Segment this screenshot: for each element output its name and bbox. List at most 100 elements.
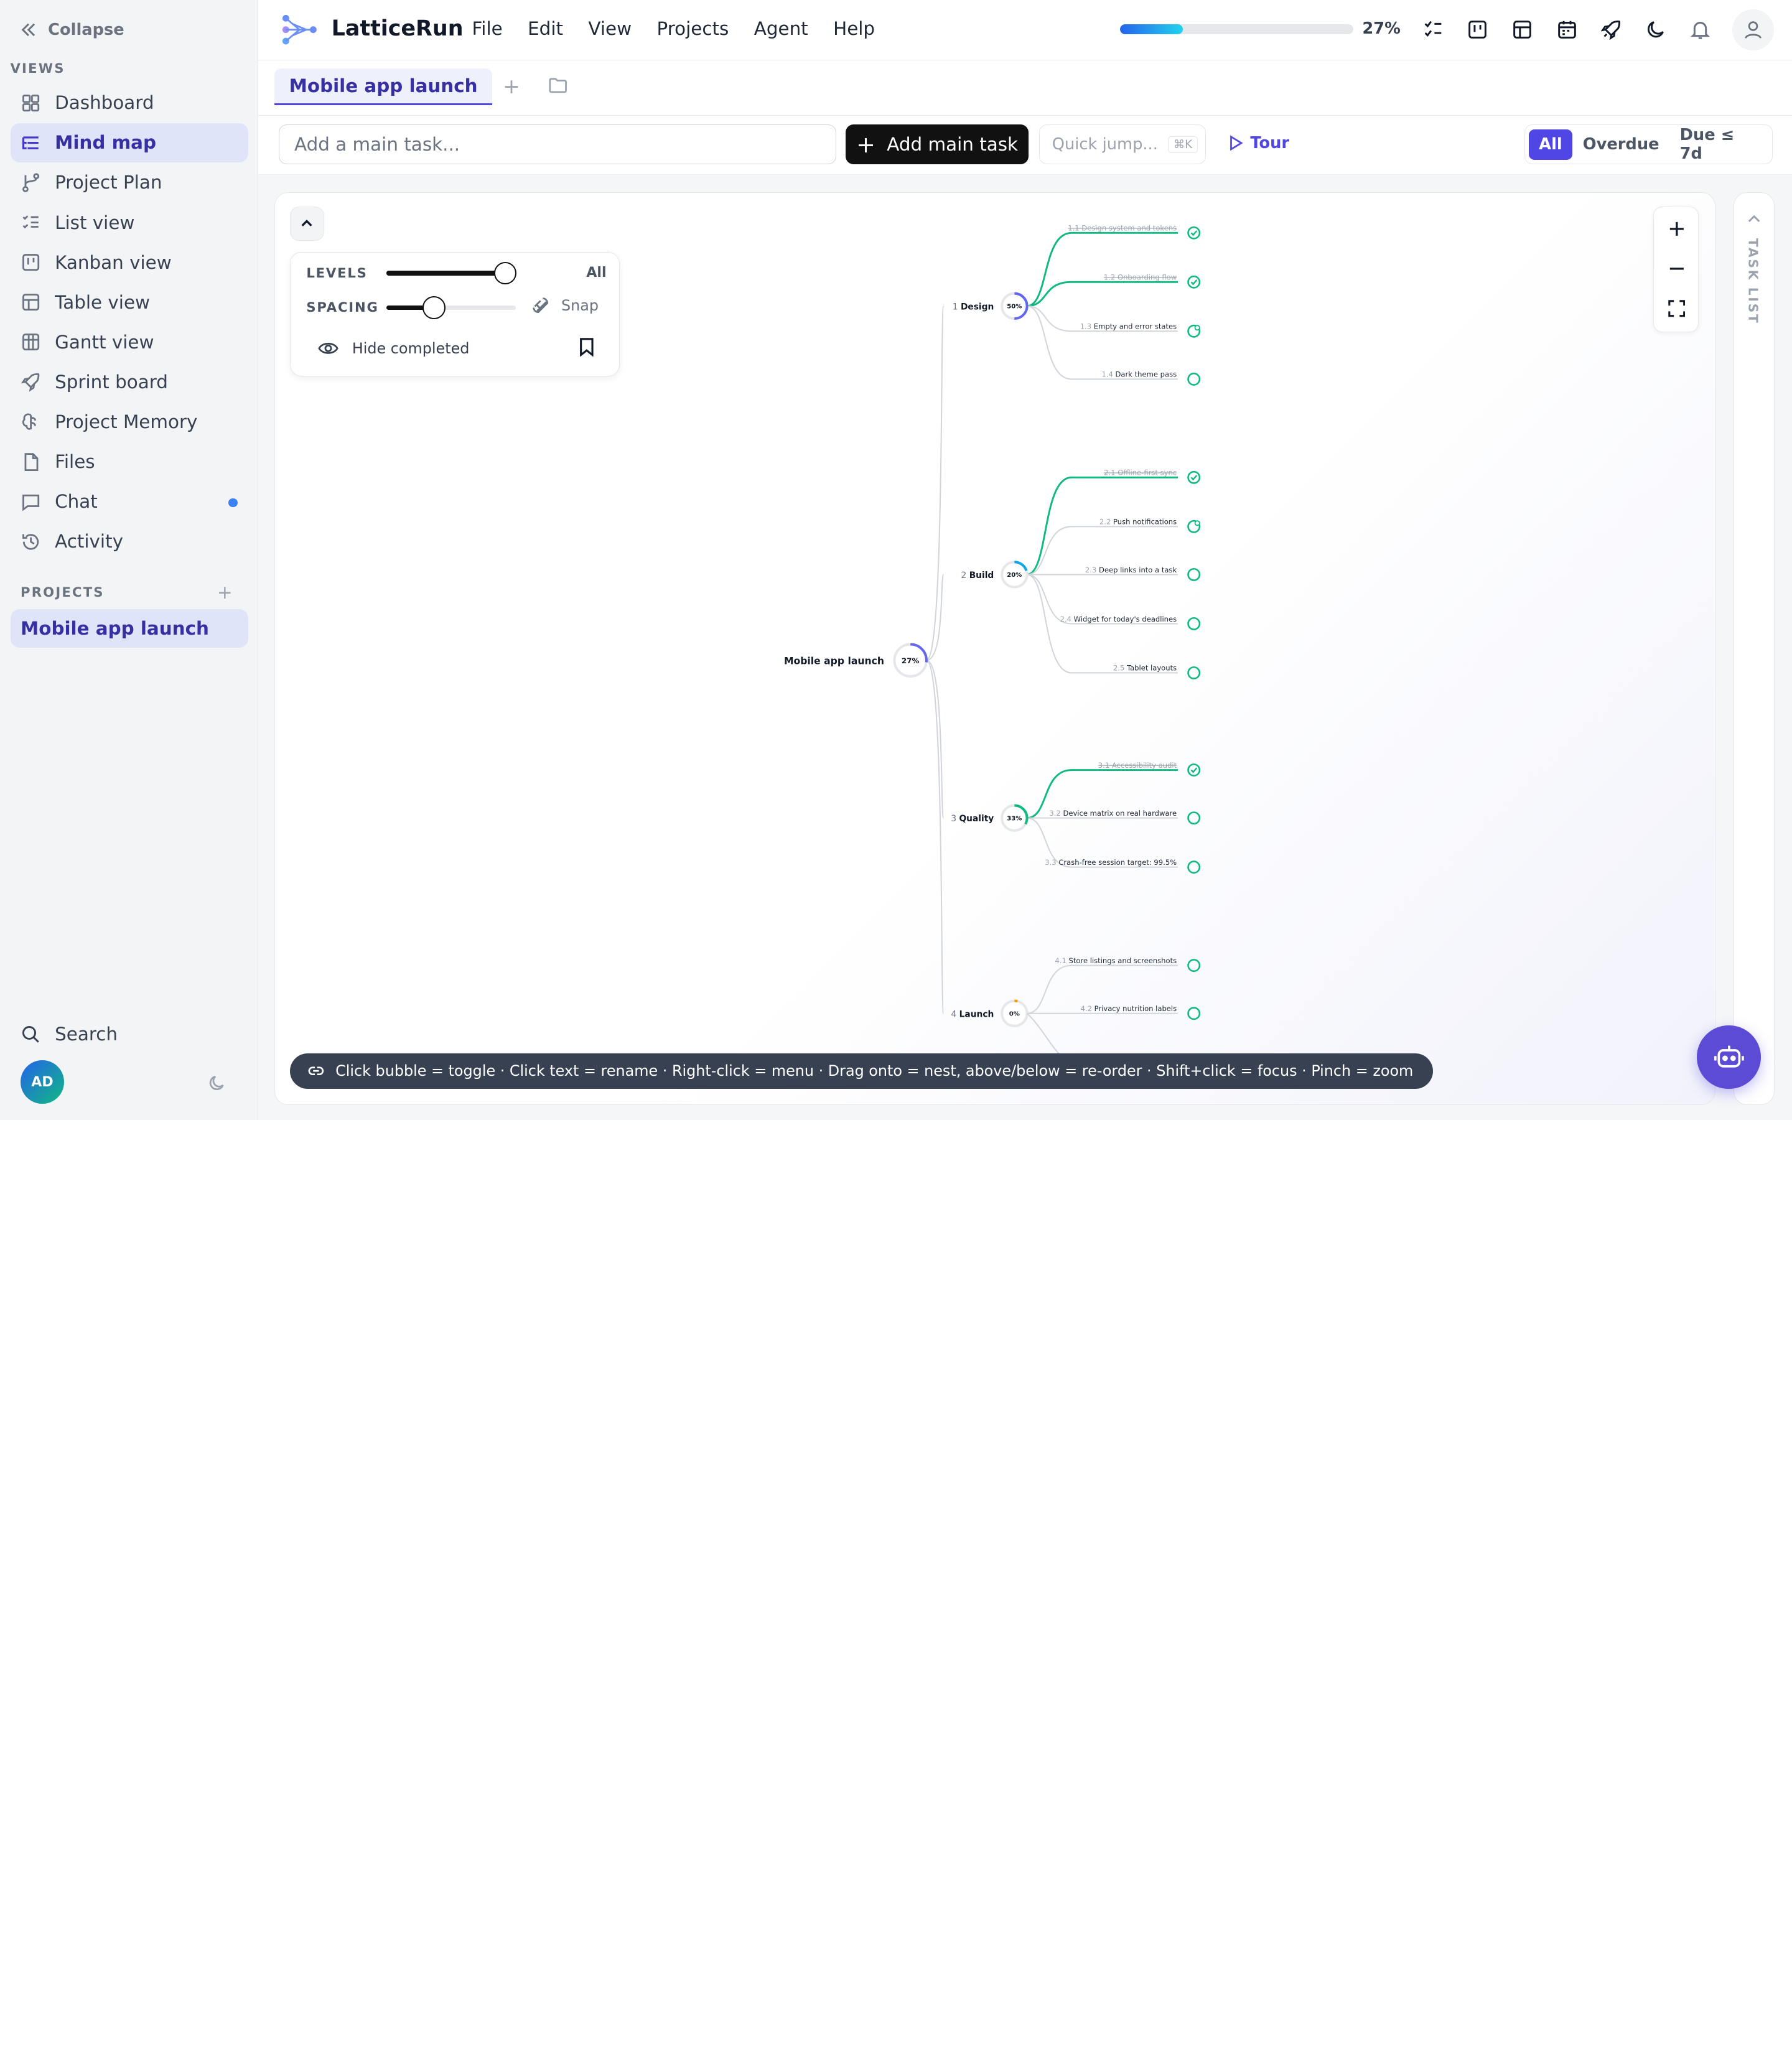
search-button[interactable]: Search xyxy=(11,1015,248,1053)
task-label[interactable]: 1.2 Onboarding flow xyxy=(1104,273,1177,281)
root-progress-text: 27% xyxy=(902,656,920,665)
task-done-check-icon[interactable] xyxy=(1187,275,1200,289)
task-label[interactable]: 3.1 Accessibility audit xyxy=(1098,760,1177,769)
sidebar-item-files[interactable]: Files xyxy=(11,442,248,481)
theme-toggle-icon[interactable] xyxy=(208,1073,227,1097)
agent-assistant-button[interactable] xyxy=(1697,1025,1762,1089)
group-label[interactable]: 2 Build xyxy=(961,571,994,581)
root-connector xyxy=(925,659,945,1014)
avatar[interactable]: AD xyxy=(21,1060,64,1104)
bookmark-icon[interactable] xyxy=(579,337,595,361)
kanban-icon[interactable] xyxy=(1466,18,1489,41)
rocket-icon[interactable] xyxy=(1600,18,1623,41)
task-toggle-bubble[interactable] xyxy=(1187,958,1200,972)
levels-slider-handle[interactable] xyxy=(493,261,517,285)
task-label[interactable]: 4.1 Store listings and screenshots xyxy=(1055,956,1177,964)
task-label[interactable]: 2.2 Push notifications xyxy=(1099,517,1177,526)
task-label[interactable]: 1.3 Empty and error states xyxy=(1080,322,1177,330)
chat-icon xyxy=(21,492,41,512)
root-label[interactable]: Mobile app launch xyxy=(784,655,884,666)
task-toggle-bubble[interactable] xyxy=(1187,520,1200,533)
table-icon xyxy=(21,292,41,312)
notifications-bell-icon[interactable] xyxy=(1689,18,1712,41)
menu-edit[interactable]: Edit xyxy=(528,18,563,39)
task-list-panel-toggle[interactable]: TASK LIST xyxy=(1734,192,1775,1106)
menu-projects[interactable]: Projects xyxy=(657,18,729,39)
levels-slider[interactable] xyxy=(386,261,517,285)
task-connector xyxy=(1027,281,1178,307)
spacing-slider-handle[interactable] xyxy=(422,296,446,319)
task-toggle-bubble[interactable] xyxy=(1187,617,1200,630)
sidebar-item-table-view[interactable]: Table view xyxy=(11,283,248,322)
task-label[interactable]: 3.3 Crash-free session target: 99.5% xyxy=(1045,858,1177,867)
mindmap-canvas[interactable]: Mobile app launch 27% 1 Design 50% 1.1 Desig… xyxy=(274,192,1715,1106)
sidebar-item-kanban-view[interactable]: Kanban view xyxy=(11,243,248,281)
task-label[interactable]: 2.4 Widget for today's deadlines xyxy=(1060,614,1177,623)
task-label[interactable]: 2.3 Deep links into a task xyxy=(1085,565,1177,574)
sidebar-item-mind-map[interactable]: Mind map xyxy=(10,123,248,162)
project-item-mobile-app-launch[interactable]: Mobile app launch xyxy=(10,609,248,648)
task-done-check-icon[interactable] xyxy=(1187,226,1200,240)
snap-toggle[interactable]: Snap xyxy=(531,296,599,314)
group-label[interactable]: 1 Design xyxy=(953,302,994,312)
sidebar-item-list-view[interactable]: List view xyxy=(11,203,248,241)
add-project-icon[interactable]: + xyxy=(217,582,233,603)
group-label[interactable]: 4 Launch xyxy=(951,1009,994,1019)
sidebar-item-activity[interactable]: Activity xyxy=(11,522,248,561)
zoom-out-button[interactable] xyxy=(1654,250,1699,288)
dark-mode-icon[interactable] xyxy=(1645,18,1668,41)
add-main-task-button[interactable]: + Add main task xyxy=(846,124,1029,165)
add-tab-icon[interactable]: + xyxy=(503,74,520,98)
menu-agent[interactable]: Agent xyxy=(754,18,808,39)
sidebar-item-project-plan[interactable]: Project Plan xyxy=(11,163,248,202)
menu-help[interactable]: Help xyxy=(833,18,875,39)
spacing-slider[interactable] xyxy=(386,296,516,319)
task-label[interactable]: 2.5 Tablet layouts xyxy=(1113,663,1177,672)
menu-file[interactable]: File xyxy=(472,18,503,39)
sidebar-item-project-memory[interactable]: Project Memory xyxy=(11,403,248,441)
filter-overdue[interactable]: Overdue xyxy=(1572,129,1669,159)
checklist-icon[interactable] xyxy=(1422,18,1445,41)
task-toggle-bubble[interactable] xyxy=(1187,567,1200,581)
task-done-check-icon[interactable] xyxy=(1187,763,1200,777)
filter-all[interactable]: All xyxy=(1528,129,1573,160)
sidebar-item-dashboard[interactable]: Dashboard xyxy=(11,83,248,122)
sidebar-item-label: Dashboard xyxy=(55,92,154,114)
sidebar-item-sprint-board[interactable]: Sprint board xyxy=(11,363,248,401)
tour-button[interactable]: Tour xyxy=(1228,134,1289,152)
task-label[interactable]: 4.2 Privacy nutrition labels xyxy=(1080,1004,1177,1013)
project-tabs: Mobile app launch + xyxy=(258,60,1792,116)
task-toggle-bubble[interactable] xyxy=(1187,1006,1200,1020)
task-label[interactable]: 1.1 Design system and tokens xyxy=(1068,223,1177,232)
toolbar: + Add main task Quick jump... ⌘K Tour Al… xyxy=(258,115,1792,175)
collapse-controls-button[interactable] xyxy=(289,206,324,241)
task-label[interactable]: 3.2 Device matrix on real hardware xyxy=(1049,809,1177,818)
task-done-check-icon[interactable] xyxy=(1187,470,1200,484)
fit-to-screen-button[interactable] xyxy=(1654,289,1699,328)
tab-mobile-app-launch[interactable]: Mobile app launch xyxy=(274,68,493,105)
task-toggle-bubble[interactable] xyxy=(1187,372,1200,386)
calendar-icon[interactable] xyxy=(1556,18,1579,41)
quick-jump-shortcut: ⌘K xyxy=(1168,136,1198,153)
user-menu-button[interactable] xyxy=(1732,9,1774,50)
task-connector xyxy=(1027,231,1178,307)
folder-icon[interactable] xyxy=(549,77,567,98)
zoom-in-button[interactable] xyxy=(1654,209,1699,248)
table-icon[interactable] xyxy=(1511,18,1534,41)
sidebar-item-chat[interactable]: Chat xyxy=(11,482,248,521)
quick-jump-input[interactable]: Quick jump... ⌘K xyxy=(1038,124,1206,165)
menu-view[interactable]: View xyxy=(588,18,632,39)
task-toggle-bubble[interactable] xyxy=(1187,324,1200,338)
collapse-button[interactable]: Collapse xyxy=(21,18,124,41)
task-toggle-bubble[interactable] xyxy=(1187,666,1200,679)
sidebar-item-gantt-view[interactable]: Gantt view xyxy=(11,323,248,361)
group-label[interactable]: 3 Quality xyxy=(951,814,994,824)
hide-completed-toggle[interactable]: Hide completed xyxy=(318,340,469,357)
interaction-hint-bar: Click bubble = toggle · Click text = ren… xyxy=(289,1053,1433,1089)
task-toggle-bubble[interactable] xyxy=(1187,860,1200,874)
task-label[interactable]: 2.1 Offline-first sync xyxy=(1104,468,1177,477)
add-main-task-input[interactable] xyxy=(279,124,837,165)
filter-due-7d[interactable]: Due ≤ 7d xyxy=(1669,120,1768,169)
task-toggle-bubble[interactable] xyxy=(1187,811,1200,824)
task-label[interactable]: 1.4 Dark theme pass xyxy=(1101,370,1177,378)
